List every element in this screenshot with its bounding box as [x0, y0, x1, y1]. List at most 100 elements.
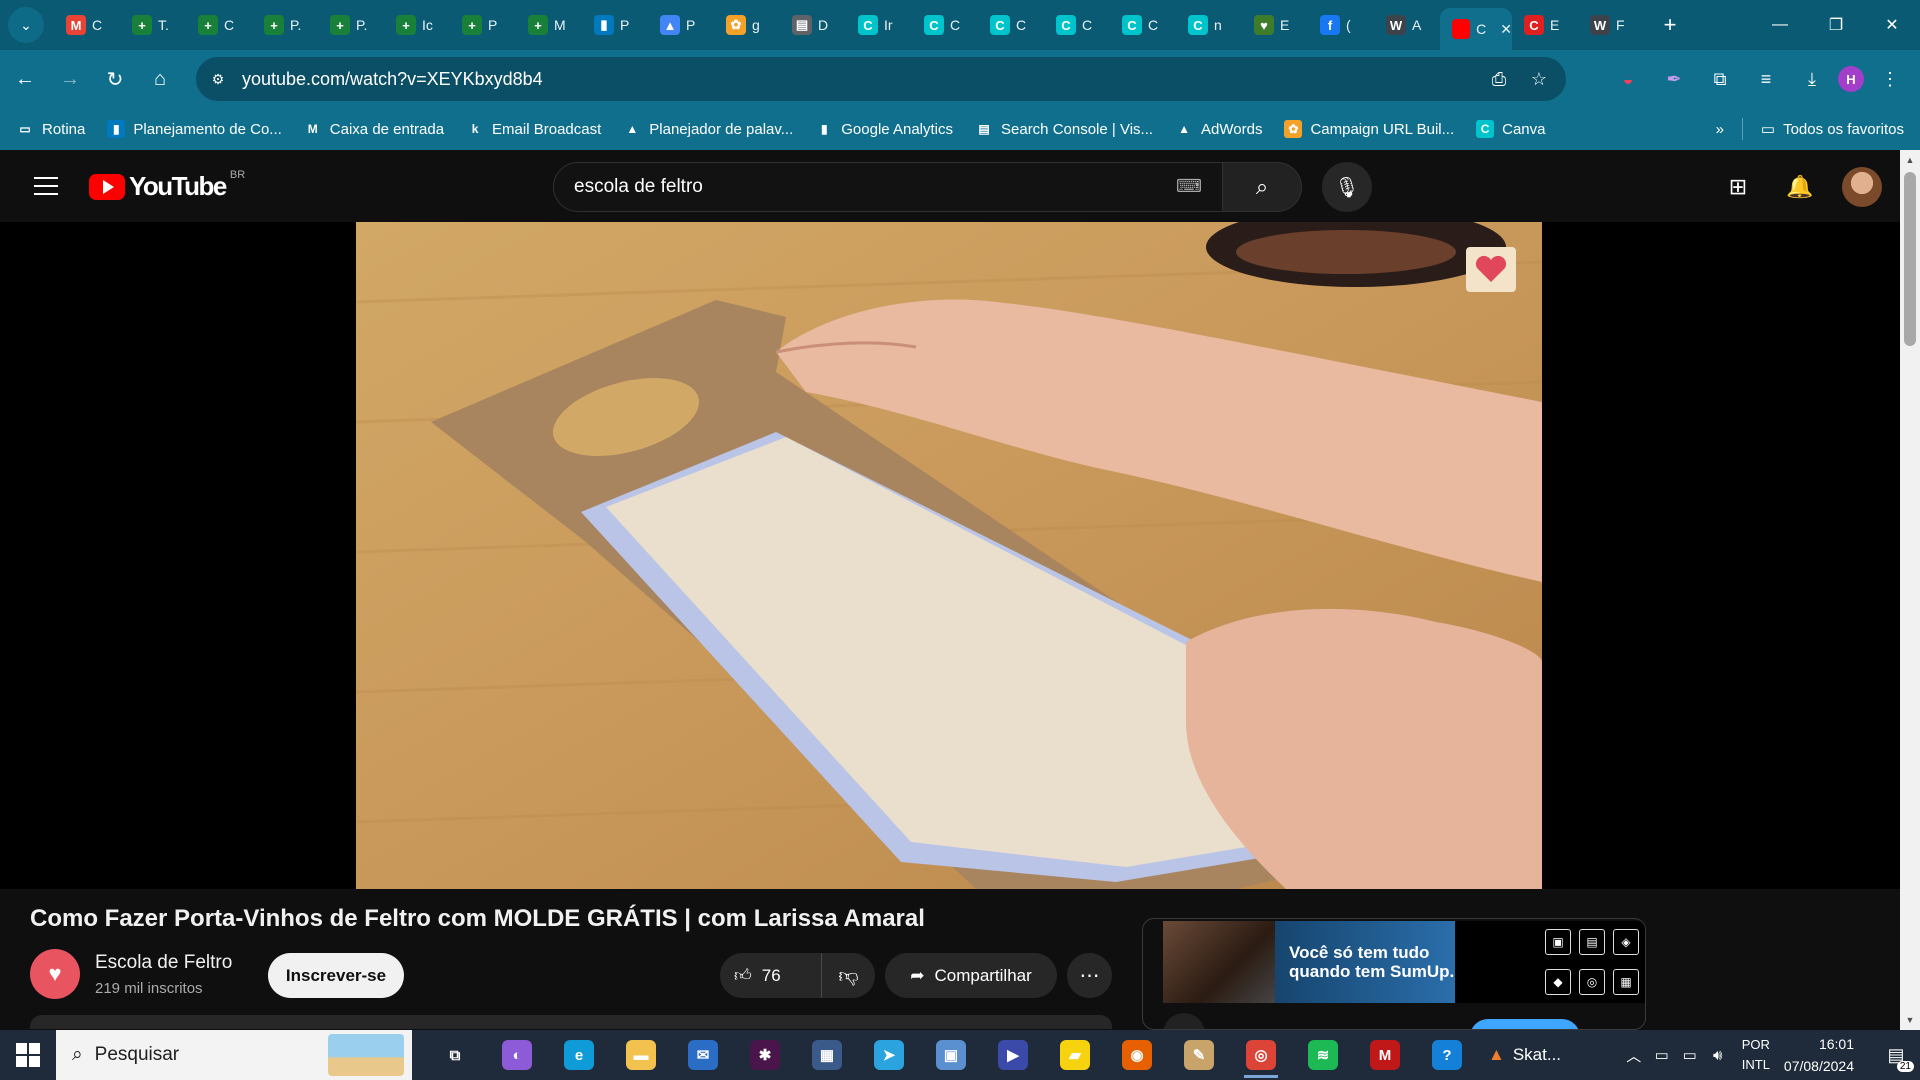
taskbar-app-button[interactable]: ▶: [982, 1030, 1044, 1080]
bookmark-item[interactable]: ▭ Rotina: [16, 120, 85, 138]
reload-button[interactable]: ↻: [95, 59, 135, 99]
browser-tab[interactable]: + Ic: [384, 7, 450, 43]
share-button[interactable]: ➦ Compartilhar: [885, 953, 1057, 998]
browser-tab[interactable]: + P.: [318, 7, 384, 43]
more-actions-button[interactable]: ⋯: [1067, 953, 1112, 998]
taskbar-app-button[interactable]: ▰: [1044, 1030, 1106, 1080]
browser-tab[interactable]: + C: [186, 7, 252, 43]
profile-avatar[interactable]: H: [1838, 66, 1864, 92]
meet-now-icon[interactable]: ▭: [1648, 1046, 1676, 1064]
bookmarks-overflow-button[interactable]: »: [1716, 121, 1724, 138]
more-menu-icon[interactable]: ⋮: [1870, 59, 1910, 99]
restore-button[interactable]: ❐: [1808, 0, 1864, 50]
show-hidden-icons-chevron-icon[interactable]: ︿: [1620, 1045, 1648, 1066]
bookmark-star-icon[interactable]: ☆: [1522, 62, 1556, 96]
browser-tab[interactable]: WF: [1578, 7, 1644, 43]
like-button[interactable]: 👍︎ 76: [720, 953, 822, 998]
media-control-icon[interactable]: ≡: [1746, 59, 1786, 99]
scroll-thumb[interactable]: [1904, 172, 1916, 346]
minimize-button[interactable]: —: [1752, 0, 1808, 50]
taskbar-app-button[interactable]: ◎: [1230, 1030, 1292, 1080]
subscribe-button[interactable]: Inscrever-se: [268, 953, 404, 998]
taskbar-app-button[interactable]: e: [548, 1030, 610, 1080]
taskbar-app-button[interactable]: ✉: [672, 1030, 734, 1080]
browser-tab[interactable]: ✿ g: [714, 7, 780, 43]
system-clock[interactable]: 16:01 07/08/2024: [1784, 1033, 1854, 1077]
youtube-logo[interactable]: YouTube BR: [89, 169, 245, 202]
taskbar-app-button[interactable]: ⧉: [424, 1030, 486, 1080]
channel-name[interactable]: Escola de Feltro: [95, 952, 232, 974]
browser-tab[interactable]: + P.: [252, 7, 318, 43]
site-settings-icon[interactable]: ⚙: [200, 61, 236, 97]
advertiser-avatar[interactable]: [1163, 1013, 1205, 1029]
browser-tab[interactable]: ▲ P: [648, 7, 714, 43]
browser-tab[interactable]: + P: [450, 7, 516, 43]
taskbar-app-button[interactable]: ✎: [1168, 1030, 1230, 1080]
browser-tab[interactable]: ▮ P: [582, 7, 648, 43]
weather-widget[interactable]: ▲ Skat...: [1488, 1045, 1561, 1065]
bookmark-item[interactable]: M Caixa de entrada: [304, 120, 444, 138]
taskbar-search[interactable]: ⌕ Pesquisar: [56, 1030, 412, 1080]
create-video-icon[interactable]: ⊞: [1718, 167, 1758, 207]
page-scrollbar[interactable]: ▲ ▼: [1900, 150, 1920, 1030]
search-button[interactable]: ⌕: [1222, 162, 1302, 212]
browser-tab[interactable]: ♥ E: [1242, 7, 1308, 43]
channel-avatar[interactable]: ♥: [30, 949, 80, 999]
search-input[interactable]: escola de feltro ⌨: [553, 162, 1223, 212]
browser-tab[interactable]: CE: [1512, 7, 1578, 43]
taskbar-app-button[interactable]: M: [1354, 1030, 1416, 1080]
install-app-icon[interactable]: ⎙: [1482, 62, 1516, 96]
taskbar-app-button[interactable]: ?: [1416, 1030, 1478, 1080]
taskbar-app-button[interactable]: ➤: [858, 1030, 920, 1080]
bookmark-item[interactable]: C Canva: [1476, 120, 1545, 138]
account-avatar[interactable]: [1842, 167, 1882, 207]
bookmark-item[interactable]: ▤ Search Console | Vis...: [975, 120, 1153, 138]
dislike-button[interactable]: 👎︎: [822, 953, 875, 998]
taskbar-app-button[interactable]: ≋: [1292, 1030, 1354, 1080]
ad-banner-image[interactable]: Você só tem tudo quando tem SumUp. ▣ ▤ ◈…: [1163, 921, 1645, 1003]
ad-card[interactable]: Você só tem tudo quando tem SumUp. ▣ ▤ ◈…: [1142, 918, 1646, 1030]
video-frame[interactable]: [356, 222, 1542, 889]
start-button[interactable]: [0, 1030, 56, 1080]
browser-tab[interactable]: C ✕: [1440, 8, 1512, 50]
battery-icon[interactable]: ▭: [1676, 1046, 1704, 1064]
scroll-up-arrow-icon[interactable]: ▲: [1900, 152, 1920, 168]
description-box[interactable]: [30, 1015, 1112, 1029]
close-tab-icon[interactable]: ✕: [1500, 21, 1512, 38]
voice-search-button[interactable]: 🎙: [1322, 162, 1372, 212]
browser-tab[interactable]: Cn: [1176, 7, 1242, 43]
bookmark-item[interactable]: ✿ Campaign URL Buil...: [1284, 120, 1454, 138]
pocket-icon[interactable]: ◒: [1608, 59, 1648, 99]
bookmark-item[interactable]: ▮ Google Analytics: [815, 120, 953, 138]
ad-cta-button[interactable]: [1470, 1019, 1580, 1029]
browser-tab[interactable]: + M: [516, 7, 582, 43]
back-button[interactable]: ←: [5, 59, 45, 99]
home-button[interactable]: ⌂: [140, 59, 180, 99]
url-text[interactable]: youtube.com/watch?v=XEYKbxyd8b4: [242, 69, 543, 90]
volume-icon[interactable]: 🔊︎: [1704, 1047, 1732, 1064]
all-bookmarks-button[interactable]: ▭ Todos os favoritos: [1761, 120, 1904, 139]
forward-button[interactable]: →: [50, 59, 90, 99]
extensions-puzzle-icon[interactable]: ⧉: [1700, 59, 1740, 99]
taskbar-app-button[interactable]: ◉: [1106, 1030, 1168, 1080]
browser-tab[interactable]: CC: [912, 7, 978, 43]
browser-tab[interactable]: ▤ D: [780, 7, 846, 43]
bookmark-item[interactable]: ▲ AdWords: [1175, 120, 1262, 138]
input-language[interactable]: POR INTL: [1742, 1035, 1770, 1075]
browser-tab[interactable]: MC: [54, 7, 120, 43]
taskbar-app-button[interactable]: ▣: [920, 1030, 982, 1080]
new-tab-button[interactable]: +: [1652, 7, 1688, 43]
browser-tab[interactable]: CC: [1044, 7, 1110, 43]
browser-tab[interactable]: C Ir: [846, 7, 912, 43]
bookmark-item[interactable]: ▲ Planejador de palav...: [623, 120, 793, 138]
video-player[interactable]: [0, 222, 1900, 889]
guide-menu-button[interactable]: [28, 168, 64, 204]
keyboard-icon[interactable]: ⌨: [1176, 176, 1202, 198]
feather-extension-icon[interactable]: ✒: [1654, 59, 1694, 99]
close-window-button[interactable]: ✕: [1864, 0, 1920, 50]
address-bar[interactable]: ⚙ youtube.com/watch?v=XEYKbxyd8b4 ⎙ ☆: [196, 57, 1566, 101]
scroll-down-arrow-icon[interactable]: ▼: [1900, 1012, 1920, 1028]
notification-center-button[interactable]: ▤ 21: [1872, 1030, 1920, 1080]
taskbar-app-button[interactable]: ✱: [734, 1030, 796, 1080]
taskbar-app-button[interactable]: ▬: [610, 1030, 672, 1080]
